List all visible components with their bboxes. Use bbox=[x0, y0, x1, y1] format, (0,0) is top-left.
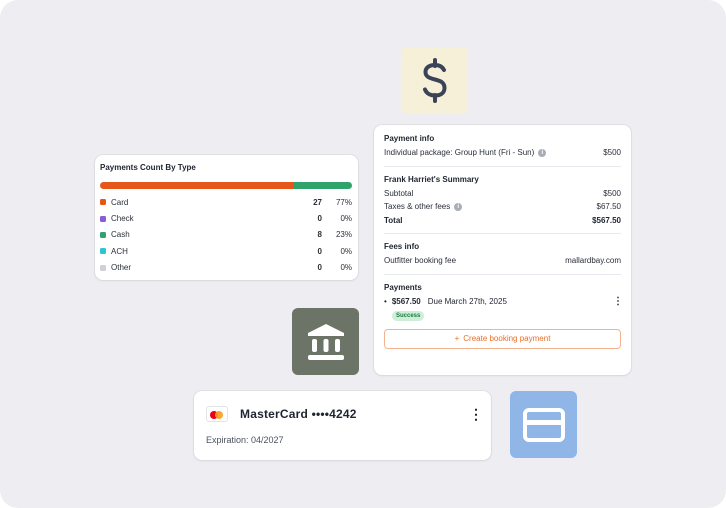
payment-type-label: Card bbox=[111, 197, 129, 207]
mastercard-logo-icon bbox=[206, 406, 228, 422]
payment-type-label: ACH bbox=[111, 246, 128, 256]
total-row: Total $567.50 bbox=[384, 214, 621, 228]
legend-swatch bbox=[100, 199, 106, 206]
share-segment-cash bbox=[294, 182, 352, 189]
payment-type-label: Other bbox=[111, 263, 132, 273]
booking-fee-row: Outfitter booking fee mallardbay.com bbox=[384, 254, 621, 268]
bullet: • bbox=[384, 297, 387, 306]
divider bbox=[384, 233, 621, 234]
payment-type-row: Cash 8 23% bbox=[100, 227, 352, 243]
legend-swatch bbox=[100, 248, 106, 255]
payment-due-date: Due March 27th, 2025 bbox=[427, 297, 507, 306]
payment-type-count: 0 bbox=[317, 214, 322, 224]
bank-icon bbox=[307, 323, 344, 360]
more-options-icon[interactable]: ⋮ bbox=[613, 296, 623, 306]
payment-info-card: Payment info Individual package: Group H… bbox=[374, 125, 631, 375]
payments-share-bar bbox=[100, 182, 352, 189]
payment-type-count: 0 bbox=[317, 246, 322, 256]
share-segment-card bbox=[100, 182, 295, 189]
summary-heading: Frank Harriet's Summary bbox=[384, 174, 479, 184]
payment-type-row: Card 27 77% bbox=[100, 194, 352, 210]
payments-count-title: Payments Count By Type bbox=[100, 163, 196, 172]
booking-fee-label: Outfitter booking fee bbox=[384, 256, 457, 266]
credit-card-icon bbox=[522, 407, 565, 442]
create-booking-payment-button[interactable]: + Create booking payment bbox=[384, 328, 621, 349]
create-booking-payment-label: Create booking payment bbox=[463, 334, 551, 343]
payment-type-label: Cash bbox=[111, 230, 130, 240]
legend-swatch bbox=[100, 231, 106, 238]
taxes-row: Taxes & other fees i $67.50 bbox=[384, 200, 621, 214]
package-price: $500 bbox=[603, 148, 621, 158]
dollar-tile bbox=[401, 47, 468, 114]
info-icon[interactable]: i bbox=[454, 203, 463, 212]
saved-card-header: MasterCard ••••4242 ⋮ bbox=[206, 391, 483, 437]
legend-swatch bbox=[100, 264, 106, 271]
payment-type-percent: 23% bbox=[335, 230, 352, 240]
saved-card[interactable]: MasterCard ••••4242 ⋮ Expiration: 04/202… bbox=[194, 391, 491, 460]
card-brand: MasterCard bbox=[240, 407, 309, 421]
card-expiration: Expiration: 04/2027 bbox=[206, 435, 284, 445]
credit-card-tile bbox=[510, 391, 577, 458]
payment-type-count: 8 bbox=[317, 230, 322, 240]
divider bbox=[384, 165, 621, 167]
payment-type-list: Card 27 77% Check 0 0% Cash 8 23% ACH 0 0% Other 0 0% bbox=[100, 194, 352, 276]
payment-type-percent: 0% bbox=[340, 214, 352, 224]
total-label: Total bbox=[384, 215, 403, 225]
total-value: $567.50 bbox=[592, 215, 621, 225]
payment-type-row: Check 0 0% bbox=[100, 210, 352, 226]
bank-tile bbox=[292, 308, 359, 375]
payments-heading: Payments bbox=[384, 282, 422, 292]
taxes-value: $67.50 bbox=[596, 202, 621, 212]
payment-type-count: 0 bbox=[317, 263, 322, 273]
status-badge: Success bbox=[392, 310, 425, 321]
payment-type-row: ACH 0 0% bbox=[100, 243, 352, 259]
payments-count-card: Payments Count By Type Card 27 77% Check 0 0%… bbox=[95, 155, 358, 280]
fees-heading: Fees info bbox=[384, 242, 420, 251]
dollar-icon bbox=[422, 57, 447, 103]
payment-type-percent: 0% bbox=[340, 263, 352, 273]
payment-type-label: Check bbox=[111, 214, 134, 224]
subtotal-label: Subtotal bbox=[384, 188, 414, 198]
legend-swatch bbox=[100, 215, 106, 222]
more-options-icon[interactable]: ⋮ bbox=[469, 407, 483, 421]
payment-item: • $567.50 Due March 27th, 2025 ⋮ bbox=[384, 295, 623, 309]
info-icon[interactable]: i bbox=[538, 149, 547, 158]
payment-type-count: 27 bbox=[313, 197, 322, 207]
payment-type-row: Other 0 0% bbox=[100, 260, 352, 276]
subtotal-row: Subtotal $500 bbox=[384, 187, 621, 201]
payment-info-heading: Payment info bbox=[384, 134, 435, 143]
subtotal-value: $500 bbox=[603, 188, 621, 198]
booking-fee-value: mallardbay.com bbox=[565, 256, 621, 266]
package-label: Individual package: Group Hunt (Fri - Su… bbox=[384, 148, 535, 158]
package-row: Individual package: Group Hunt (Fri - Su… bbox=[384, 146, 621, 160]
background-canvas: Payments Count By Type Card 27 77% Check 0 0%… bbox=[0, 0, 726, 508]
payment-type-percent: 77% bbox=[335, 197, 352, 207]
plus-icon: + bbox=[454, 334, 460, 343]
taxes-label: Taxes & other fees bbox=[384, 202, 451, 212]
divider bbox=[384, 273, 621, 275]
payment-amount: $567.50 bbox=[391, 297, 421, 306]
card-name: MasterCard ••••4242 bbox=[240, 407, 469, 421]
payment-type-percent: 0% bbox=[340, 246, 352, 256]
card-masked-number: ••••4242 bbox=[311, 407, 357, 421]
